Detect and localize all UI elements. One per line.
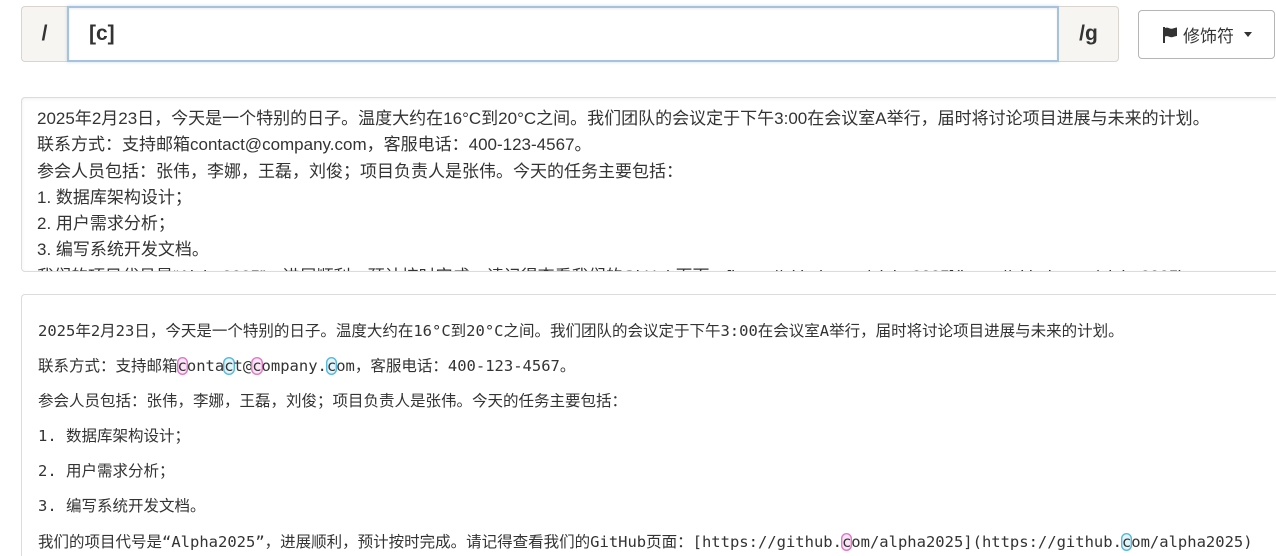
- regex-input-group: / /g: [21, 6, 1119, 62]
- result-line: 3. 编写系统开发文档。: [38, 489, 1276, 524]
- source-text-lines: 2025年2月23日，今天是一个特别的日子。温度大约在16°C到20°C之间。我…: [37, 106, 1276, 271]
- source-line: 我们的项目代号是“Alpha2025”，进展顺利，预计按时完成。请记得查看我们的…: [37, 264, 1276, 271]
- result-text: t@: [233, 357, 253, 376]
- regex-pattern-input[interactable]: [67, 6, 1059, 62]
- source-line: 2025年2月23日，今天是一个特别的日子。温度大约在16°C到20°C之间。我…: [37, 109, 1210, 128]
- source-line: 3. 编写系统开发文档。: [37, 240, 209, 260]
- caret-down-icon: [1244, 32, 1252, 37]
- result-line: 联系方式：支持邮箱contact@company.com，客服电话：400-12…: [38, 349, 1276, 384]
- source-line: 参会人员包括：张伟，李娜，王磊，刘俊；项目负责人是张伟。今天的任务主要包括：: [37, 161, 683, 181]
- result-line: 我们的项目代号是“Alpha2025”，进展顺利，预计按时完成。请记得查看我们的…: [38, 525, 1276, 556]
- modifier-button-label: 修饰符: [1183, 27, 1234, 47]
- result-text: 参会人员包括：张伟，李娜，王磊，刘俊；项目负责人是张伟。今天的任务主要包括：: [38, 392, 628, 411]
- result-line: 参会人员包括：张伟，李娜，王磊，刘俊；项目负责人是张伟。今天的任务主要包括：: [38, 384, 1276, 419]
- result-line: 2025年2月23日，今天是一个特别的日子。温度大约在16°C到20°C之间。我…: [38, 314, 1276, 349]
- match-result-panel: 2025年2月23日，今天是一个特别的日子。温度大约在16°C到20°C之间。我…: [21, 294, 1276, 556]
- match-result-lines: 2025年2月23日，今天是一个特别的日子。温度大约在16°C到20°C之间。我…: [38, 314, 1276, 556]
- result-text: 2025年2月23日，今天是一个特别的日子。温度大约在16°C到20°C之间。我…: [38, 322, 1124, 340]
- source-line: 1. 数据库架构设计；: [37, 187, 192, 207]
- flag-icon: [1161, 26, 1179, 44]
- source-text-area[interactable]: 2025年2月23日，今天是一个特别的日子。温度大约在16°C到20°C之间。我…: [21, 97, 1276, 272]
- result-text: onta: [186, 357, 225, 376]
- regex-open-delimiter: /: [21, 6, 67, 62]
- result-text: ompany.: [261, 357, 327, 376]
- source-line: 联系方式：支持邮箱contact@company.com，客服电话：400-12…: [37, 135, 592, 155]
- result-text: 1. 数据库架构设计；: [38, 427, 190, 446]
- regex-flags-delimiter: /g: [1059, 6, 1119, 62]
- result-text: om/alpha2025](https://github.: [851, 532, 1122, 551]
- result-text: 3. 编写系统开发文档。: [38, 497, 206, 516]
- result-text: 联系方式：支持邮箱: [38, 357, 178, 376]
- result-line: 1. 数据库架构设计；: [38, 419, 1276, 454]
- result-text: 我们的项目代号是“Alpha2025”，进展顺利，预计按时完成。请记得查看我们的…: [38, 532, 842, 551]
- result-text: om，客服电话：400-123-4567。: [336, 357, 576, 376]
- modifier-dropdown-button[interactable]: 修饰符: [1138, 10, 1275, 59]
- source-line: 2. 用户需求分析；: [37, 214, 175, 234]
- result-text: 2. 用户需求分析；: [38, 462, 175, 481]
- result-line: 2. 用户需求分析；: [38, 454, 1276, 489]
- result-text: om/alpha2025): [1131, 532, 1253, 551]
